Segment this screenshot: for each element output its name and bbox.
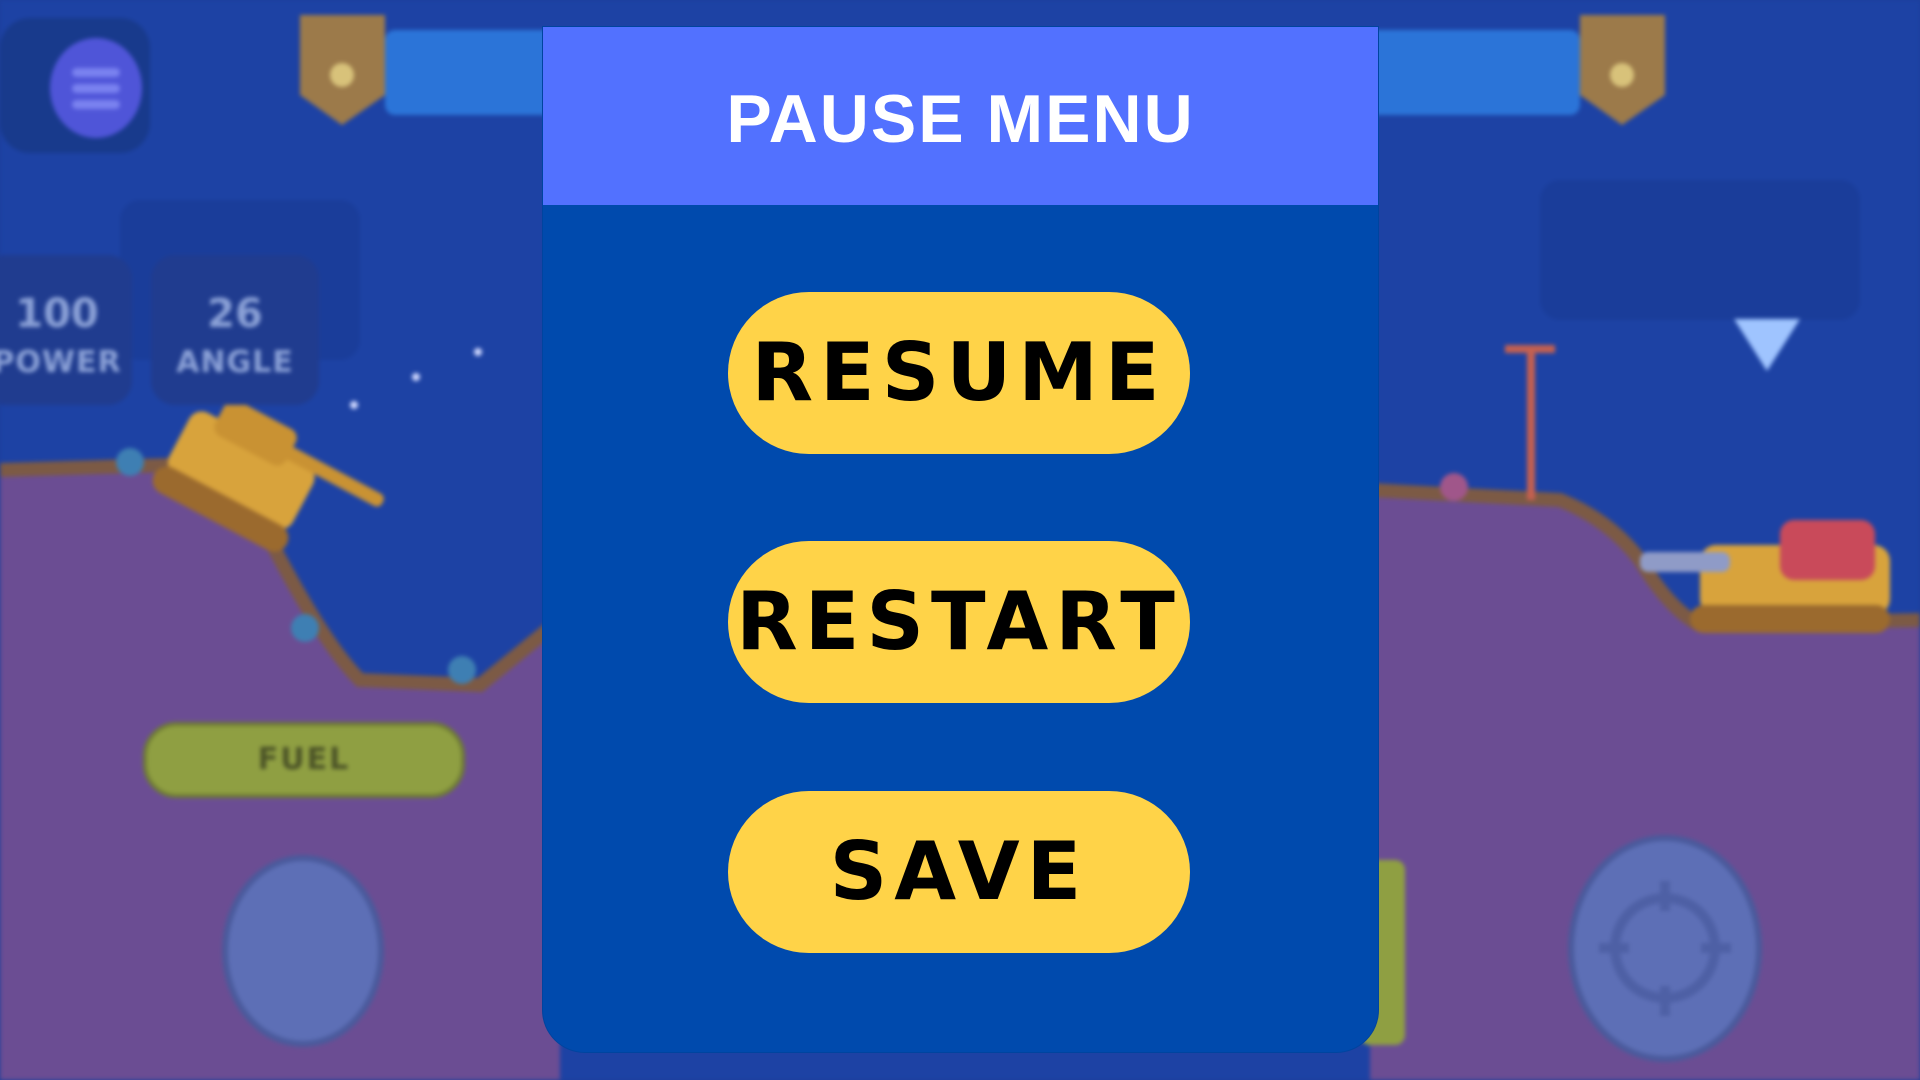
move-joystick[interactable] xyxy=(222,855,384,1047)
angle-label: ANGLE xyxy=(176,345,294,380)
fuel-bar: FUEL xyxy=(143,722,465,798)
triangle-down-icon xyxy=(1734,319,1800,371)
aim-joystick[interactable] xyxy=(1568,835,1762,1062)
restart-button[interactable]: RESTART xyxy=(728,541,1190,703)
power-label: POWER xyxy=(0,345,122,380)
save-button[interactable]: SAVE xyxy=(728,791,1190,953)
pause-menu-title: PAUSE MENU xyxy=(543,27,1378,205)
angle-stat: 26 ANGLE xyxy=(151,255,319,405)
resume-button[interactable]: RESUME xyxy=(728,292,1190,454)
crosshair-icon xyxy=(1599,881,1731,1016)
pause-menu-panel: PAUSE MENU RESUME RESTART SAVE xyxy=(543,27,1378,1052)
power-value: 100 xyxy=(15,291,99,337)
angle-value: 26 xyxy=(207,291,263,337)
power-stat: 100 POWER xyxy=(0,255,132,405)
hamburger-menu-icon[interactable] xyxy=(50,38,142,138)
